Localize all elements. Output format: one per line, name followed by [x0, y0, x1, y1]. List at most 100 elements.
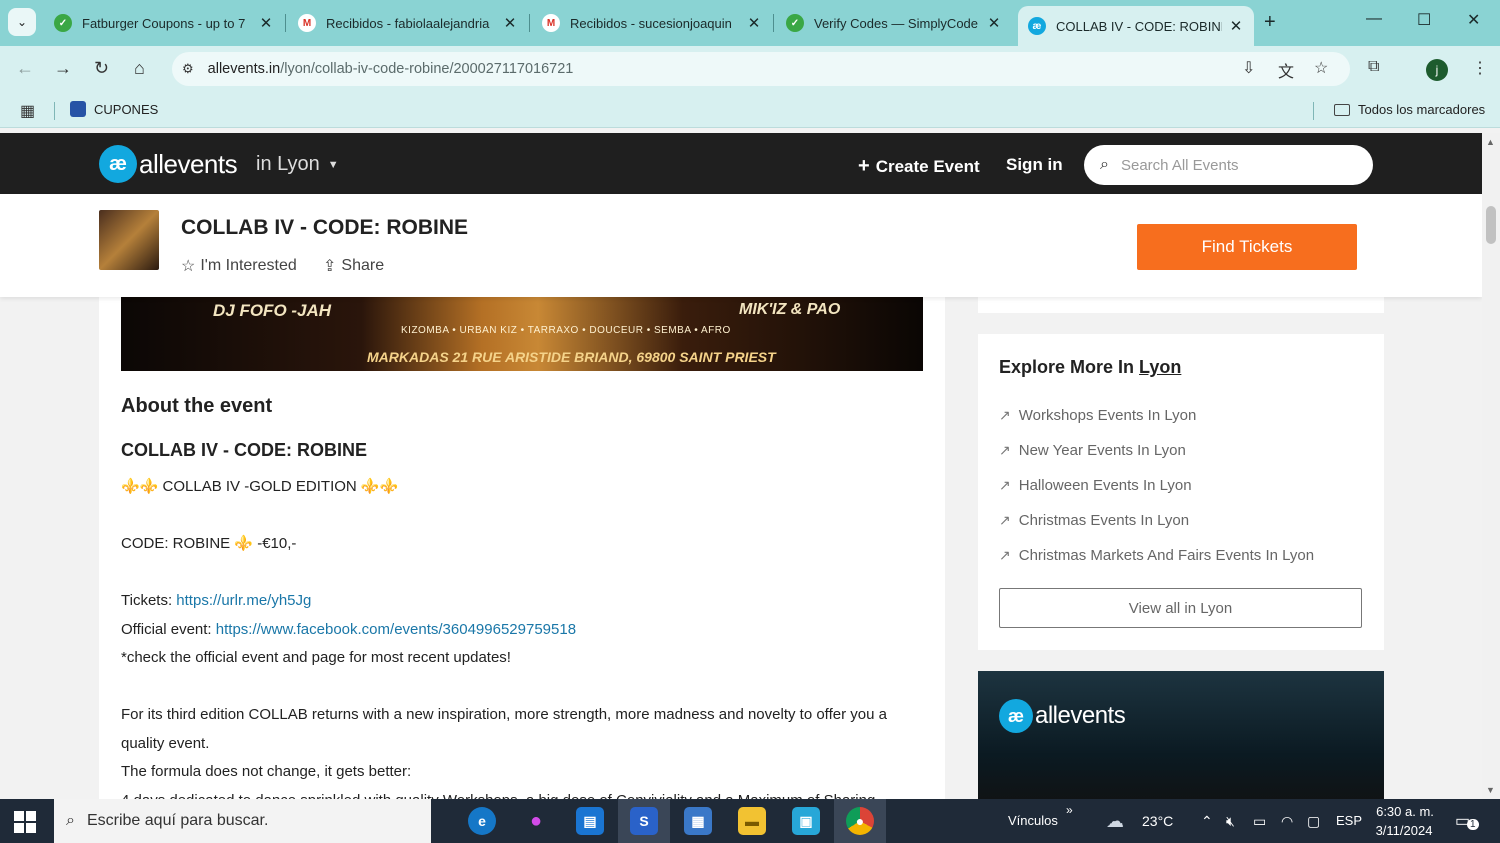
- tickets-link[interactable]: https://urlr.me/yh5Jg: [176, 592, 311, 609]
- description-paragraph-1: For its third edition COLLAB returns wit…: [121, 706, 887, 752]
- cloud-icon[interactable]: ☁: [1106, 811, 1124, 832]
- translate-icon[interactable]: 文: [1278, 58, 1294, 82]
- close-icon[interactable]: ✕: [502, 14, 518, 32]
- new-tab-button[interactable]: +: [1264, 11, 1276, 34]
- extensions-icon[interactable]: ⧉: [1368, 58, 1379, 76]
- close-icon[interactable]: ✕: [258, 14, 274, 32]
- install-app-icon[interactable]: ⇩: [1242, 58, 1255, 78]
- windows-logo-icon: [14, 811, 24, 821]
- apps-grid-icon[interactable]: ▦: [20, 101, 35, 121]
- arrow-left-icon: ←: [16, 58, 34, 78]
- close-icon[interactable]: ✕: [1228, 17, 1244, 35]
- address-bar[interactable]: ⚙ allevents.in/lyon/collab-iv-code-robin…: [172, 52, 1350, 86]
- url-text[interactable]: allevents.in/lyon/collab-iv-code-robine/…: [208, 61, 574, 77]
- explore-list: ↗ Workshops Events In Lyon ↗ New Year Even…: [999, 398, 1314, 573]
- browser-tab-bar: ⌄ ✓ Fatburger Coupons - up to 7 ✕ M Reci…: [0, 0, 1500, 46]
- explore-item-workshops[interactable]: ↗ Workshops Events In Lyon: [999, 398, 1314, 433]
- chrome-icon[interactable]: ●: [846, 807, 874, 835]
- volume-muted-icon[interactable]: 🔇︎: [1226, 813, 1235, 830]
- explore-item-christmas-markets[interactable]: ↗ Christmas Markets And Fairs Events In L…: [999, 538, 1314, 573]
- menu-dots-icon[interactable]: ⋮: [1472, 58, 1488, 78]
- share-button[interactable]: ⇪ Share: [323, 256, 384, 276]
- page-scrollbar[interactable]: ▲ ▼: [1482, 133, 1500, 799]
- create-event-label: Create Event: [875, 156, 980, 176]
- all-bookmarks-button[interactable]: Todos los marcadores: [1334, 102, 1485, 117]
- clock-time[interactable]: 6:30 a. m.: [1376, 804, 1434, 819]
- search-box[interactable]: ⌕: [1084, 145, 1373, 185]
- view-all-button[interactable]: View all in Lyon: [999, 588, 1362, 628]
- language-indicator[interactable]: ESP: [1336, 813, 1362, 828]
- bookmark-star-icon[interactable]: ☆: [1314, 58, 1328, 78]
- tab-title: Verify Codes — SimplyCode: [814, 15, 979, 31]
- back-button[interactable]: ←: [16, 58, 34, 79]
- weather-temp[interactable]: 23°C: [1142, 813, 1173, 829]
- chevron-down-icon: ⌄: [16, 15, 28, 29]
- scroll-down-icon[interactable]: ▼: [1486, 785, 1495, 795]
- explore-city-link[interactable]: Lyon: [1139, 357, 1181, 377]
- external-link-icon: ↗: [999, 407, 1011, 423]
- explore-item-label: Workshops Events In Lyon: [1018, 407, 1197, 424]
- app-s-icon[interactable]: S: [630, 807, 658, 835]
- interested-button[interactable]: ☆ I'm Interested: [181, 256, 297, 276]
- official-event-link[interactable]: https://www.facebook.com/events/36049965…: [216, 621, 576, 638]
- city-selector[interactable]: in Lyon ▼: [256, 153, 339, 176]
- gold-edition-line: ⚜️⚜️ COLLAB IV -GOLD EDITION ⚜️⚜️: [121, 478, 399, 495]
- browser-tab-2[interactable]: M Recibidos - fabiolaalejandria ✕: [288, 6, 528, 40]
- edge-icon[interactable]: e: [468, 807, 496, 835]
- file-explorer-icon[interactable]: ▬: [738, 807, 766, 835]
- explore-item-label: Halloween Events In Lyon: [1018, 477, 1192, 494]
- explore-item-christmas[interactable]: ↗ Christmas Events In Lyon: [999, 503, 1314, 538]
- chevron-up-icon[interactable]: ⌃: [1201, 813, 1213, 830]
- browser-tab-1[interactable]: ✓ Fatburger Coupons - up to 7 ✕: [44, 6, 284, 40]
- page-viewport: æ allevents in Lyon ▼ + Create Event Sig…: [0, 133, 1482, 799]
- find-tickets-button[interactable]: Find Tickets: [1137, 224, 1357, 270]
- windows-logo-icon: [14, 823, 24, 833]
- promo-banner[interactable]: æ allevents: [978, 671, 1384, 799]
- battery-icon[interactable]: ▭: [1253, 813, 1266, 830]
- home-button[interactable]: ⌂: [134, 58, 145, 79]
- allevents-icon: æ: [1028, 17, 1046, 35]
- site-settings-icon[interactable]: ⚙: [182, 61, 194, 77]
- bookmark-separator: [54, 102, 55, 120]
- scroll-up-icon[interactable]: ▲: [1486, 137, 1495, 147]
- url-path: /lyon/collab-iv-code-robine/200027117016…: [280, 61, 574, 77]
- store-icon[interactable]: ▤: [576, 807, 604, 835]
- tab-search-button[interactable]: ⌄: [8, 8, 36, 36]
- logo-text: allevents: [139, 148, 238, 179]
- browser-tab-4[interactable]: ✓ Verify Codes — SimplyCode ✕: [776, 6, 1012, 40]
- profile-avatar[interactable]: j: [1426, 59, 1448, 81]
- device-icon[interactable]: ▢: [1307, 813, 1320, 830]
- remote-desktop-icon[interactable]: ▣: [792, 807, 820, 835]
- event-thumbnail: [99, 210, 159, 270]
- banner-venue: MARKADAS 21 RUE ARISTIDE BRIAND, 69800 S…: [367, 349, 776, 365]
- sign-in-link[interactable]: Sign in: [1006, 155, 1063, 175]
- folder-icon: [1334, 103, 1350, 116]
- create-event-button[interactable]: + Create Event: [858, 155, 980, 178]
- explore-item-new-year[interactable]: ↗ New Year Events In Lyon: [999, 433, 1314, 468]
- browser-tab-3[interactable]: M Recibidos - sucesionjoaquin ✕: [532, 6, 772, 40]
- minimize-button[interactable]: —: [1366, 10, 1382, 28]
- close-icon[interactable]: ✕: [986, 14, 1002, 32]
- maximize-button[interactable]: ☐: [1417, 10, 1431, 30]
- explore-item-halloween[interactable]: ↗ Halloween Events In Lyon: [999, 468, 1314, 503]
- windows-start-button[interactable]: [14, 811, 36, 833]
- wifi-icon[interactable]: ◠: [1281, 813, 1293, 830]
- tab-separator: [529, 14, 530, 32]
- bookmark-cupones[interactable]: CUPONES: [70, 101, 158, 117]
- close-window-button[interactable]: ✕: [1467, 10, 1480, 30]
- allevents-logo[interactable]: æ allevents: [99, 145, 238, 183]
- chevron-right-icon[interactable]: »: [1066, 803, 1073, 817]
- links-toolbar-label[interactable]: Vínculos: [1008, 813, 1058, 828]
- reload-button[interactable]: ↻: [94, 58, 109, 79]
- coupon-check-icon: ✓: [786, 14, 804, 32]
- scrollbar-thumb[interactable]: [1486, 206, 1496, 244]
- calculator-icon[interactable]: ▦: [684, 807, 712, 835]
- search-input[interactable]: [1120, 156, 1341, 174]
- browser-tab-5-active[interactable]: æ COLLAB IV - CODE: ROBINE ✕: [1018, 6, 1254, 46]
- forward-button[interactable]: →: [54, 58, 72, 79]
- taskbar-search[interactable]: ⌕ Escribe aquí para buscar.: [54, 799, 431, 843]
- paint-drop-icon[interactable]: ●: [522, 807, 550, 835]
- clock-date[interactable]: 3/11/2024: [1374, 823, 1434, 838]
- close-icon[interactable]: ✕: [746, 14, 762, 32]
